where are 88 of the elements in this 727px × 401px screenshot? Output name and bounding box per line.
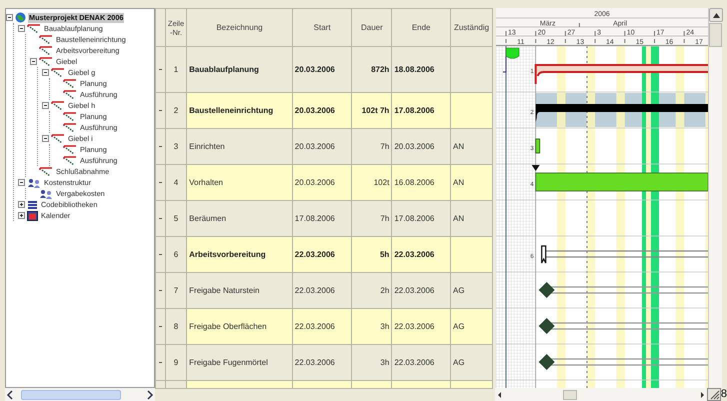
- collapse-icon[interactable]: [30, 58, 37, 65]
- collapse-icon[interactable]: [18, 25, 25, 32]
- row-marker-icon: [158, 254, 162, 255]
- task-bracket-icon: [51, 68, 65, 78]
- people-icon: [39, 188, 53, 198]
- table-cell: Vorhalten: [186, 164, 292, 200]
- list-icon: [27, 200, 38, 210]
- column-header[interactable]: Ende: [392, 8, 451, 46]
- table-cell: Baustelleneinrichtung: [186, 92, 292, 128]
- column-header[interactable]: Bezeichnung: [186, 8, 292, 46]
- task-bracket-icon: [39, 166, 53, 176]
- collapse-icon[interactable]: [6, 14, 13, 21]
- task-bracket-icon: [51, 100, 65, 110]
- task-bracket-icon: [63, 112, 77, 122]
- milestone-diamond[interactable]: [538, 282, 708, 298]
- link-arrow-icon: [532, 165, 540, 171]
- globe-icon: [15, 12, 26, 23]
- collapse-icon[interactable]: [42, 69, 49, 76]
- table-cell: Freigabe Oberflächen: [186, 308, 292, 344]
- table-cell: AN: [450, 164, 492, 200]
- row-marker-icon: [158, 218, 162, 219]
- table-cell: 102t 7h: [352, 92, 392, 128]
- up-arrow-icon: [712, 12, 720, 18]
- task-bracket-icon: [63, 122, 77, 132]
- vertical-scrollbar[interactable]: [708, 8, 722, 388]
- task-bar[interactable]: [535, 138, 540, 154]
- task-bracket-icon: [63, 78, 77, 88]
- task-bracket-icon: [39, 56, 53, 66]
- summary-bar[interactable]: [536, 104, 708, 122]
- row-marker-icon: [158, 110, 162, 111]
- expand-icon[interactable]: [18, 201, 25, 208]
- row-number: 9: [165, 344, 187, 380]
- row-marker-icon: [158, 68, 162, 70]
- table-cell: 22.03.2006: [392, 236, 451, 272]
- summary-bracket[interactable]: [541, 245, 708, 264]
- row-number: 6: [165, 236, 187, 272]
- milestone-diamond[interactable]: [538, 318, 708, 334]
- task-bracket-icon: [63, 144, 77, 154]
- row-number: 4: [165, 164, 187, 200]
- task-bracket-icon: [39, 34, 53, 44]
- scroll-thumb[interactable]: [563, 390, 578, 400]
- table-cell: 3h: [352, 308, 392, 344]
- milestone-diamond[interactable]: [538, 354, 708, 370]
- table-cell: 22.03.2006: [292, 308, 352, 344]
- horizontal-scrollbar[interactable]: [5, 388, 155, 401]
- horizontal-scrollbar[interactable]: [495, 388, 707, 401]
- task-bracket-icon: [63, 156, 77, 166]
- row-number: 8: [165, 308, 187, 344]
- collapse-icon[interactable]: [42, 102, 49, 109]
- row-marker-icon: [158, 362, 162, 363]
- task-bracket-icon: [39, 46, 53, 56]
- row-number: 7: [165, 272, 187, 308]
- scroll-thumb[interactable]: [709, 23, 722, 47]
- task-bracket-icon: [51, 134, 65, 144]
- table-cell: 22.03.2006: [292, 236, 352, 272]
- table-cell: 16.08.2006: [392, 164, 451, 200]
- task-bar[interactable]: [535, 172, 708, 192]
- table-cell: 102t: [352, 164, 392, 200]
- table-cell: 22.03.2006: [392, 308, 451, 344]
- calendar-icon: [27, 210, 38, 220]
- expand-icon[interactable]: [18, 212, 25, 219]
- table-cell: 5h: [352, 236, 392, 272]
- collapse-icon[interactable]: [42, 135, 49, 142]
- table-cell: 20.03.2006: [292, 92, 352, 128]
- row-marker-icon: [158, 290, 162, 291]
- resize-grip-icon[interactable]: [706, 388, 721, 401]
- table-cell: AG: [450, 308, 492, 344]
- column-header[interactable]: Start: [292, 8, 352, 46]
- row-number: 2: [165, 92, 187, 128]
- flag-icon: [502, 48, 520, 72]
- table-cell: 17.08.2006: [392, 92, 451, 128]
- row-number: 3: [165, 128, 187, 164]
- row-number: 5: [165, 200, 187, 236]
- people-icon: [27, 178, 41, 188]
- row-marker-icon: [158, 146, 162, 147]
- column-header[interactable]: Zuständig: [450, 8, 492, 46]
- row-marker-icon: [158, 182, 162, 183]
- task-bracket-icon: [27, 24, 41, 34]
- scroll-up-button[interactable]: [709, 8, 723, 22]
- row-marker-icon: [158, 326, 162, 327]
- row-number: 1: [165, 46, 187, 92]
- collapse-icon[interactable]: [18, 179, 25, 186]
- edge-text: 8: [720, 388, 727, 401]
- table-cell: 20.03.2006: [292, 164, 352, 200]
- scroll-thumb[interactable]: [21, 390, 121, 400]
- task-bracket-icon: [63, 90, 77, 100]
- table-cell: Arbeitsvorbereitung: [186, 236, 292, 272]
- column-header[interactable]: Dauer: [352, 8, 392, 46]
